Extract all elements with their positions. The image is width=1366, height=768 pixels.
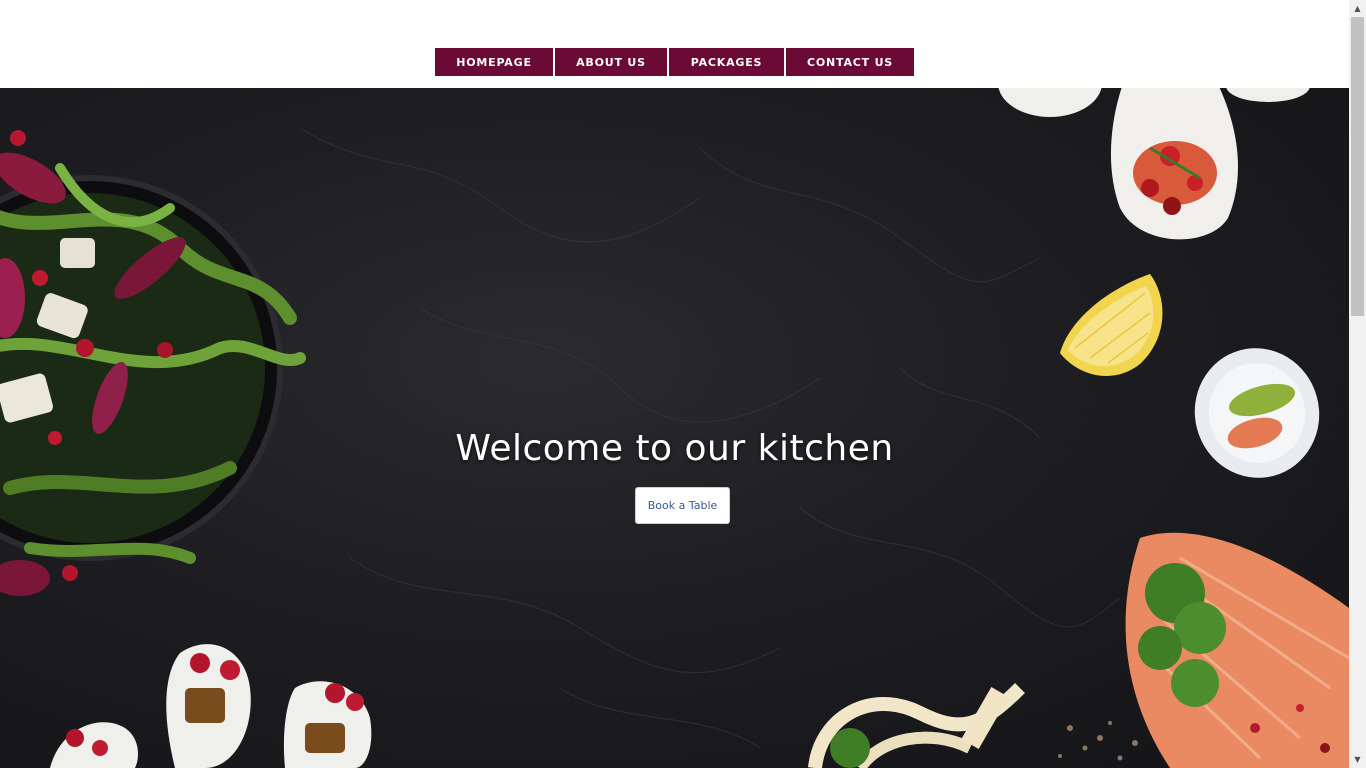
nav-packages[interactable]: PACKAGES <box>669 48 784 76</box>
nav-about-us[interactable]: ABOUT US <box>555 48 667 76</box>
lemon-slice-image <box>1060 274 1163 376</box>
scrollbar-thumb[interactable] <box>1351 17 1364 316</box>
top-spoons-image <box>998 88 1310 240</box>
nav-contact-us[interactable]: CONTACT US <box>786 48 914 76</box>
site-header: HOMEPAGE ABOUT US PACKAGES CONTACT US <box>0 0 1349 88</box>
hero-title: Welcome to our kitchen <box>455 428 894 469</box>
pasta-image <box>808 683 1025 768</box>
page: HOMEPAGE ABOUT US PACKAGES CONTACT US We… <box>0 0 1366 768</box>
salad-bowl-image <box>0 130 306 596</box>
main-nav: HOMEPAGE ABOUT US PACKAGES CONTACT US <box>435 48 914 76</box>
vertical-scrollbar[interactable]: ▲ ▼ <box>1349 0 1366 768</box>
hero-section: Welcome to our kitchen Book a Table <box>0 88 1349 768</box>
spices-image <box>1058 721 1138 761</box>
bottom-spoons-image <box>50 644 372 768</box>
book-table-button[interactable]: Book a Table <box>635 487 730 524</box>
triangle-up-icon[interactable]: ▲ <box>1349 0 1366 17</box>
nav-homepage[interactable]: HOMEPAGE <box>435 48 553 76</box>
triangle-down-icon[interactable]: ▼ <box>1349 751 1366 768</box>
salmon-fillet-image <box>1125 532 1349 768</box>
